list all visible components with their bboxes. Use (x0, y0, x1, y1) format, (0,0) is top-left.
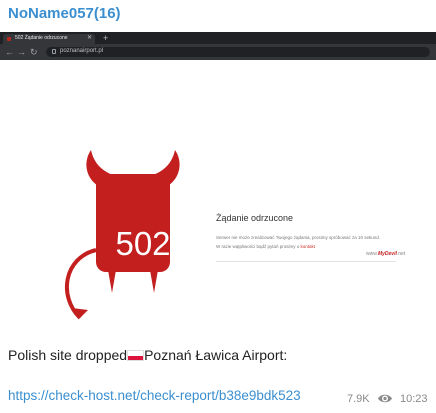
contact-link[interactable]: kontakt (301, 244, 316, 249)
tab-favicon-icon (7, 37, 11, 41)
address-bar[interactable]: poznanairport.pl (46, 47, 430, 57)
forward-arrow-icon[interactable]: → (17, 46, 26, 58)
eye-icon (378, 394, 392, 403)
reload-icon[interactable]: ↻ (30, 46, 38, 58)
address-url: poznanairport.pl (60, 48, 104, 54)
poland-flag-icon (127, 350, 145, 361)
browser-nav-bar: ← → ↻ poznanairport.pl (0, 44, 436, 60)
brand-signature: www.MyDevil.net (366, 251, 405, 257)
error-code: 502 (115, 225, 171, 262)
error-contact-line: W razie wątpliwości bądź pytań prosimy o… (216, 244, 315, 249)
new-tab-icon[interactable]: + (103, 32, 108, 44)
post-time: 10:23 (400, 393, 428, 405)
lock-icon (52, 49, 56, 54)
tab-title: 502 Żądanie odrzucone (15, 35, 68, 41)
brand-prefix: www. (366, 251, 378, 257)
tab-close-icon[interactable]: ✕ (87, 34, 92, 41)
post-image[interactable]: 502 Żądanie odrzucone ✕ + ← → ↻ poznanai… (0, 32, 436, 325)
browser-tab-bar: 502 Żądanie odrzucone ✕ + (0, 32, 436, 44)
browser-tab[interactable]: 502 Żądanie odrzucone ✕ (3, 34, 95, 44)
caption-prefix: Polish site dropped (8, 347, 128, 363)
post-caption: Polish site dropped Poznań Ławica Airport… (8, 347, 287, 363)
channel-name[interactable]: NoName057(16) (8, 5, 121, 22)
brand-suffix: .net (396, 251, 406, 257)
back-arrow-icon[interactable]: ← (5, 46, 14, 58)
divider (216, 261, 396, 262)
caption-suffix: Poznań Ławica Airport: (144, 347, 288, 363)
brand-name: MyDevil (377, 251, 397, 257)
error-contact-prefix: W razie wątpliwości bądź pytań prosimy o (216, 244, 301, 249)
error-title: Żądanie odrzucone (216, 213, 294, 223)
view-count: 7.9K (347, 393, 370, 405)
error-message: Serwer nie może zrealizować Twojego żąda… (216, 235, 380, 240)
check-host-link[interactable]: https://check-host.net/check-report/b38e… (8, 388, 301, 403)
